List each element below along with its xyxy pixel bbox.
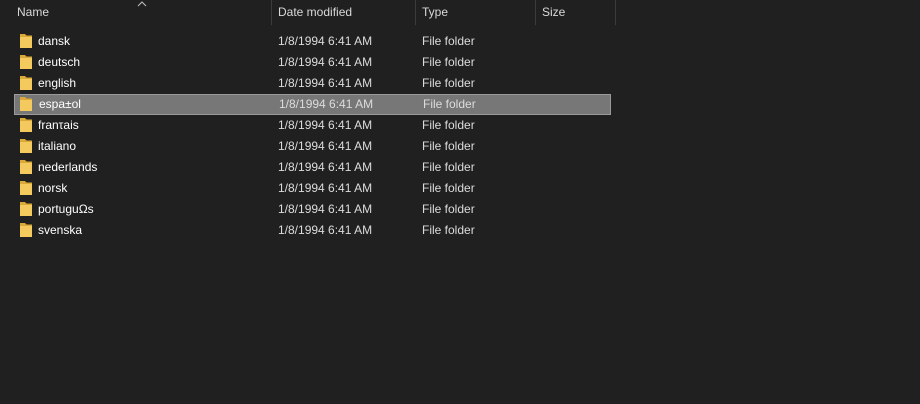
file-list-row[interactable]: svenska 1/8/1994 6:41 AM File folder	[14, 220, 611, 241]
folder-icon	[20, 34, 32, 48]
file-list-row[interactable]: dansk 1/8/1994 6:41 AM File folder	[14, 31, 611, 52]
file-date-modified: 1/8/1994 6:41 AM	[279, 97, 374, 111]
column-separator[interactable]	[615, 0, 616, 25]
column-header-bar: Name Date modified Type Size	[0, 0, 920, 25]
file-date-modified: 1/8/1994 6:41 AM	[278, 55, 373, 69]
column-header-size[interactable]: Size	[536, 0, 615, 25]
file-list-row[interactable]: espa±ol 1/8/1994 6:41 AM File folder	[14, 94, 611, 115]
file-type: File folder	[422, 34, 475, 48]
file-name: norsk	[38, 181, 68, 195]
file-date-modified: 1/8/1994 6:41 AM	[278, 118, 373, 132]
file-name: deutsch	[38, 55, 81, 69]
file-date-modified: 1/8/1994 6:41 AM	[278, 76, 373, 90]
file-date-modified: 1/8/1994 6:41 AM	[278, 139, 373, 153]
file-size	[542, 199, 610, 220]
file-date-modified: 1/8/1994 6:41 AM	[278, 181, 373, 195]
file-name: nederlands	[38, 160, 98, 174]
sort-chevron-up-icon	[137, 1, 147, 7]
file-name: portuguΩs	[38, 202, 94, 216]
column-header-type[interactable]: Type	[416, 0, 535, 25]
file-date-modified: 1/8/1994 6:41 AM	[278, 34, 373, 48]
file-size	[542, 157, 610, 178]
file-name: franτais	[38, 118, 79, 132]
file-name: dansk	[38, 34, 71, 48]
folder-icon	[20, 55, 32, 69]
folder-icon	[20, 202, 32, 216]
folder-icon	[20, 97, 32, 111]
file-list-row[interactable]: portuguΩs 1/8/1994 6:41 AM File folder	[14, 199, 611, 220]
file-list-row[interactable]: italiano 1/8/1994 6:41 AM File folder	[14, 136, 611, 157]
file-list-row[interactable]: deutsch 1/8/1994 6:41 AM File folder	[14, 52, 611, 73]
folder-icon	[20, 181, 32, 195]
file-date-modified: 1/8/1994 6:41 AM	[278, 223, 373, 237]
file-type: File folder	[422, 160, 475, 174]
file-type: File folder	[422, 139, 475, 153]
file-name: italiano	[38, 139, 77, 153]
file-type: File folder	[422, 55, 475, 69]
folder-icon	[20, 76, 32, 90]
file-size	[543, 94, 611, 115]
file-size	[542, 31, 610, 52]
file-list-row[interactable]: franτais 1/8/1994 6:41 AM File folder	[14, 115, 611, 136]
file-size	[542, 73, 610, 94]
file-size	[542, 136, 610, 157]
file-type: File folder	[422, 118, 475, 132]
file-size	[542, 52, 610, 73]
file-name: espa±ol	[39, 97, 81, 111]
file-list-row[interactable]: english 1/8/1994 6:41 AM File folder	[14, 73, 611, 94]
file-date-modified: 1/8/1994 6:41 AM	[278, 202, 373, 216]
folder-icon	[20, 139, 32, 153]
file-size	[542, 178, 610, 199]
file-type: File folder	[423, 97, 476, 111]
folder-icon	[20, 118, 32, 132]
file-name: svenska	[38, 223, 83, 237]
column-header-date-modified[interactable]: Date modified	[272, 0, 415, 25]
file-type: File folder	[422, 223, 475, 237]
file-type: File folder	[422, 76, 475, 90]
file-explorer-list-view: Name Date modified Type Size dansk 1/8/19…	[0, 0, 920, 404]
folder-icon	[20, 223, 32, 237]
file-name: english	[38, 76, 77, 90]
file-list-row[interactable]: nederlands 1/8/1994 6:41 AM File folder	[14, 157, 611, 178]
file-date-modified: 1/8/1994 6:41 AM	[278, 160, 373, 174]
file-type: File folder	[422, 181, 475, 195]
file-size	[542, 115, 610, 136]
folder-icon	[20, 160, 32, 174]
file-list-row[interactable]: norsk 1/8/1994 6:41 AM File folder	[14, 178, 611, 199]
file-size	[542, 220, 610, 241]
file-type: File folder	[422, 202, 475, 216]
